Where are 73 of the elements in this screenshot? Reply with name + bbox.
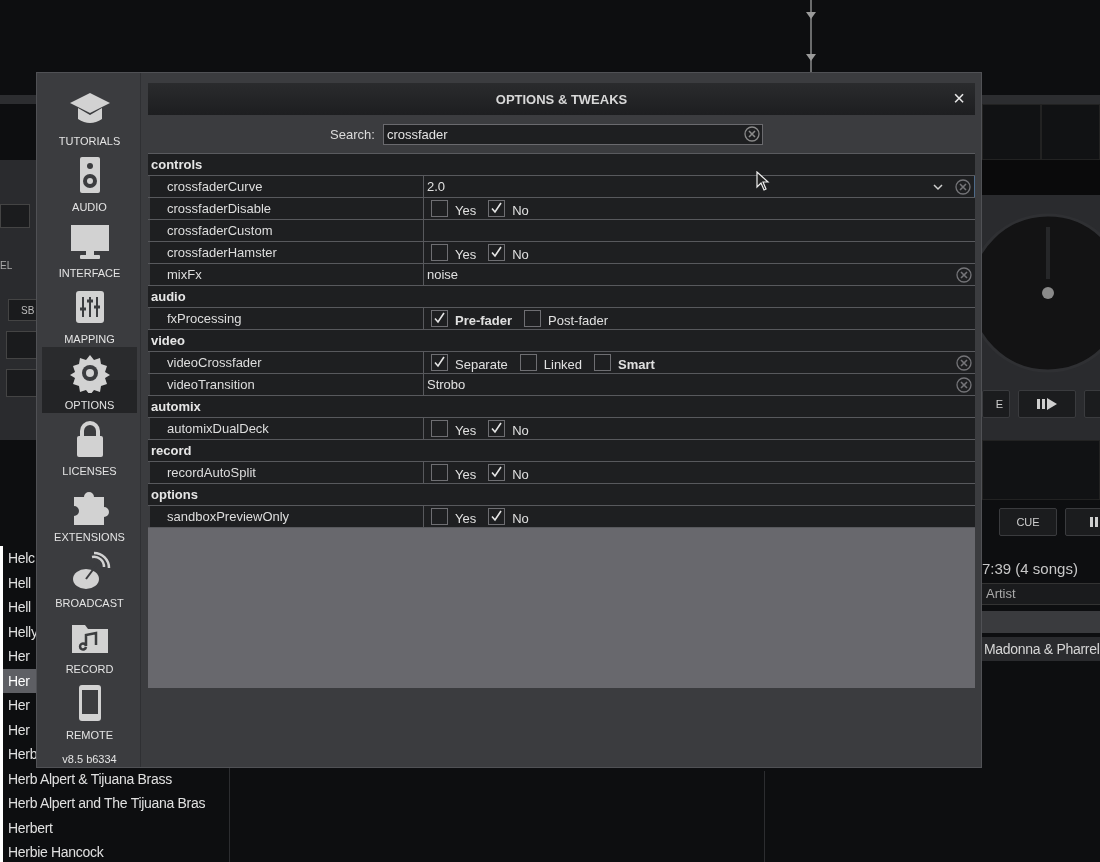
checkbox[interactable] xyxy=(431,200,448,217)
column-header[interactable]: Artist xyxy=(982,583,1100,605)
clear-icon[interactable] xyxy=(955,178,971,195)
play-pause-icon xyxy=(1036,398,1058,410)
option-label: Yes xyxy=(455,422,477,438)
dropdown-field[interactable] xyxy=(0,204,30,228)
sidebar-item[interactable]: EXTENSIONS xyxy=(42,479,137,545)
list-item[interactable]: Herb Alpert and The Tijuana Bras xyxy=(0,791,229,816)
sidebar-item[interactable]: BROADCAST xyxy=(42,545,137,611)
checkbox[interactable] xyxy=(431,244,448,261)
section-header: automix xyxy=(151,399,201,414)
checkbox[interactable] xyxy=(594,354,612,371)
dialog-title: OPTIONS & TWEAKS xyxy=(495,91,628,107)
sidebar-item[interactable]: REMOTE xyxy=(42,677,137,743)
sidebar-item[interactable]: INTERFACE xyxy=(42,215,137,281)
checkbox[interactable] xyxy=(431,464,448,481)
checkbox[interactable] xyxy=(488,464,506,481)
checkbox[interactable] xyxy=(431,310,448,327)
waveform-panel xyxy=(982,104,1041,160)
option-label: Separate xyxy=(455,356,508,372)
close-button[interactable]: × xyxy=(951,88,967,108)
option-label: No xyxy=(512,202,529,218)
playlist-summary: 7:39 (4 songs) xyxy=(982,560,1079,577)
list-item[interactable]: Herbie Hancock xyxy=(0,840,229,862)
option-label: Post-fader xyxy=(548,312,609,328)
sidebar-item[interactable]: OPTIONS xyxy=(42,347,137,413)
checkbox[interactable] xyxy=(488,244,506,261)
checkbox[interactable] xyxy=(431,354,448,371)
section-header: record xyxy=(151,443,192,458)
checkbox[interactable] xyxy=(488,200,506,217)
checkbox[interactable] xyxy=(488,508,506,525)
option-label: No xyxy=(512,510,529,526)
sidebar-item[interactable]: AUDIO xyxy=(42,149,137,215)
checkbox[interactable] xyxy=(519,354,537,371)
sidebar-item[interactable]: RECORD xyxy=(42,611,137,677)
clear-icon[interactable] xyxy=(956,354,972,371)
search-label: Search: xyxy=(330,126,375,142)
version-label: v8.5 b6334 xyxy=(61,753,118,765)
value-field[interactable]: noise xyxy=(423,264,975,285)
clear-icon[interactable] xyxy=(743,125,760,142)
option-label: Yes xyxy=(455,466,477,482)
option-label: Smart xyxy=(618,356,655,372)
pause-icon xyxy=(1089,516,1099,528)
deck-button[interactable]: E xyxy=(982,390,1010,418)
section-header: video xyxy=(151,333,185,348)
sidebar-item[interactable]: TUTORIALS xyxy=(42,83,137,149)
play-pause-button[interactable] xyxy=(1018,390,1076,418)
sidebar-item[interactable]: LICENSES xyxy=(42,413,137,479)
checkbox[interactable] xyxy=(431,420,448,437)
option-label: Yes xyxy=(455,510,477,526)
section-header: audio xyxy=(151,289,186,304)
checkbox[interactable] xyxy=(431,508,448,525)
section-header: options xyxy=(151,487,198,502)
clear-icon[interactable] xyxy=(956,266,972,283)
section-header: controls xyxy=(151,157,203,172)
value-field[interactable]: Strobo xyxy=(423,374,975,395)
option-label: No xyxy=(512,246,529,262)
option-label: No xyxy=(512,466,529,482)
list-item[interactable]: Herbert xyxy=(0,815,229,840)
checkbox[interactable] xyxy=(524,310,542,327)
option-label: Linked xyxy=(543,356,583,372)
chevron-down-icon[interactable] xyxy=(933,182,943,191)
option-label: Yes xyxy=(455,202,477,218)
playhead-marker-icon xyxy=(805,0,817,72)
checkbox[interactable] xyxy=(488,420,506,437)
option-label: Pre-fader xyxy=(455,312,513,328)
option-label: Yes xyxy=(455,246,477,262)
option-label: No xyxy=(512,422,529,438)
cue-button[interactable]: CUE xyxy=(999,508,1057,536)
clear-icon[interactable] xyxy=(956,376,972,393)
waveform-panel xyxy=(1041,104,1100,160)
knob-label: EL xyxy=(0,260,13,271)
search-field[interactable]: crossfader xyxy=(382,123,763,145)
